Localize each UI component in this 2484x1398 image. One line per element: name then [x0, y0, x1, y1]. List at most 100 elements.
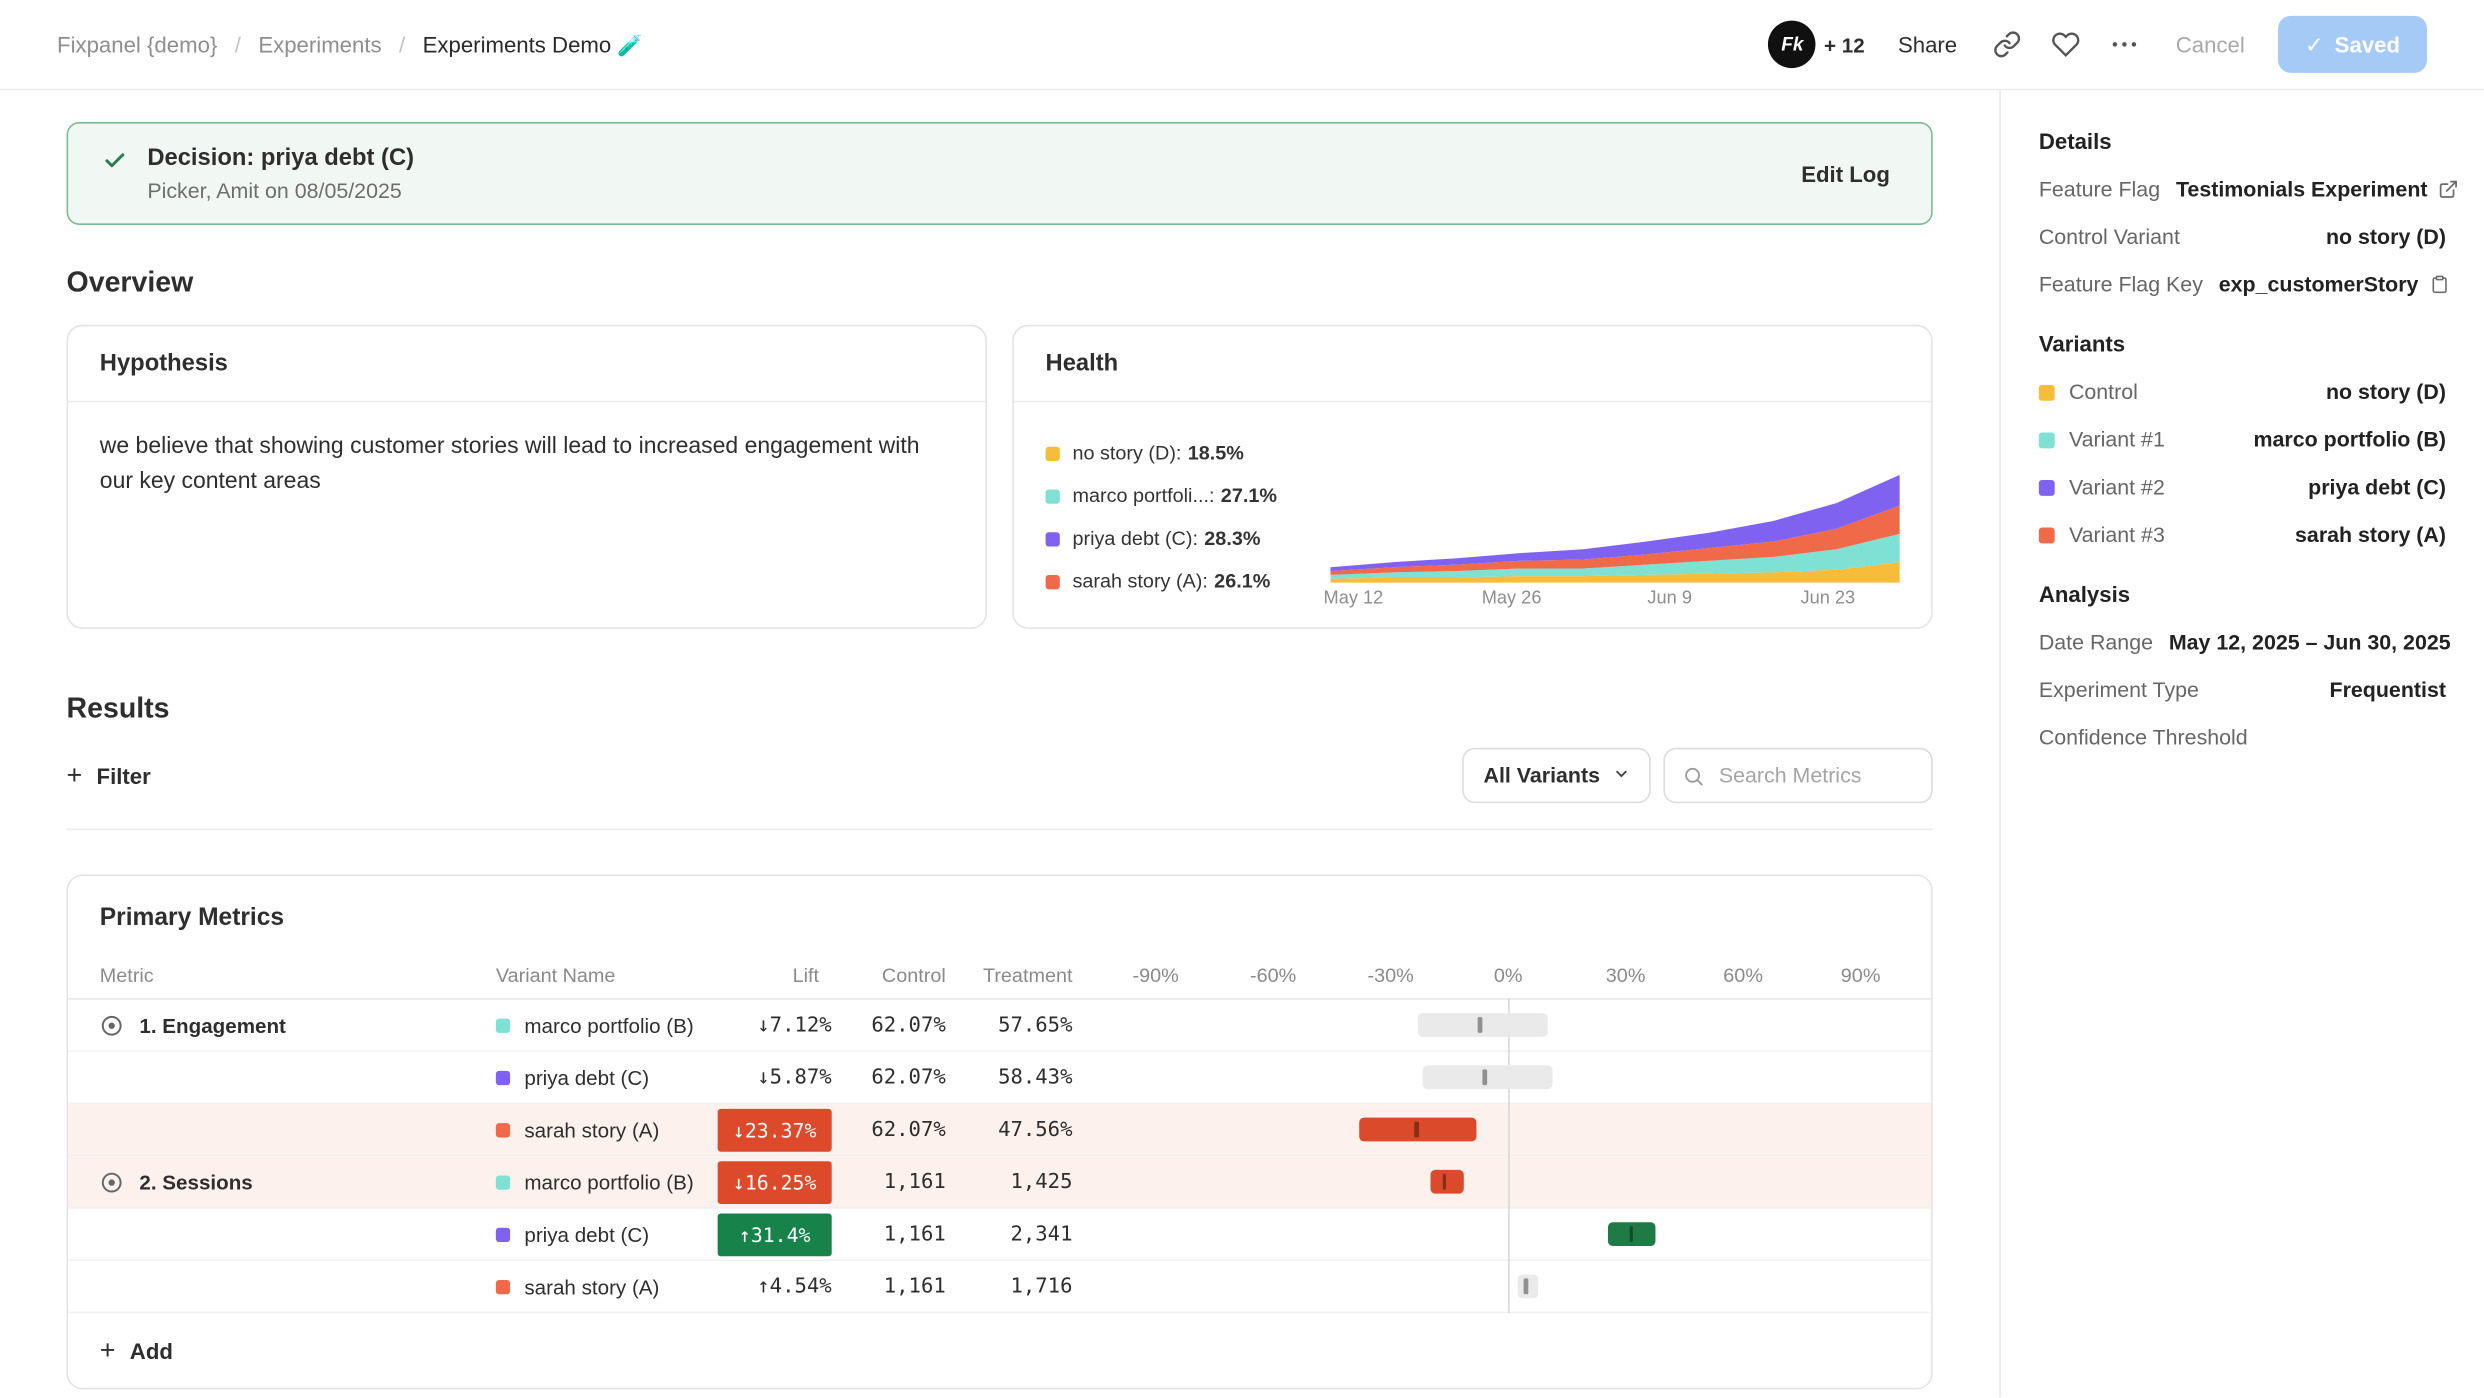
control-value: 62.07%: [832, 1118, 959, 1142]
share-button[interactable]: Share: [1888, 30, 1966, 59]
metric-target-icon: [100, 1170, 124, 1194]
treatment-value: 1,425: [958, 1170, 1085, 1194]
add-filter-button[interactable]: + Filter: [67, 762, 151, 789]
treatment-value: 47.56%: [958, 1118, 1085, 1142]
health-legend: no story (D):18.5% marco portfoli...: 27.1…: [1046, 421, 1315, 614]
variant-color-dot: [496, 1070, 510, 1084]
results-controls: All Variants: [1463, 748, 1933, 803]
metrics-table-body: 1. Engagement marco portfolio (B) ↓7.12% 62…: [68, 1000, 1931, 1314]
details-row: Feature Flag Keyexp_customerStory: [2039, 272, 2446, 296]
control-value: 1,161: [832, 1274, 959, 1298]
variant-color-dot: [496, 1122, 510, 1136]
control-value: 62.07%: [832, 1065, 959, 1089]
breadcrumb: Fixpanel {demo}/Experiments/Experiments …: [57, 31, 643, 58]
variants-rows: Control no story (D) Variant #1marco portf…: [2039, 380, 2446, 546]
plus-icon: +: [100, 1337, 116, 1364]
variant-swatch: [2039, 527, 2055, 543]
kv-value: no story (D): [2326, 225, 2446, 249]
metric-row[interactable]: sarah story (A)↑4.54%1,1611,716: [68, 1261, 1931, 1313]
legend-item: no story (D):18.5%: [1046, 442, 1315, 464]
variant-name: sarah story (A): [524, 1274, 659, 1298]
metric-row[interactable]: sarah story (A)↓23.37%62.07%47.56%: [68, 1104, 1931, 1156]
saved-label: Saved: [2335, 32, 2400, 57]
confidence-interval-bar: [1422, 1065, 1553, 1089]
legend-item: marco portfoli...: 27.1%: [1046, 485, 1315, 507]
kv-label: Variant #3: [2039, 523, 2165, 547]
legend-value: 26.1%: [1214, 570, 1270, 592]
legend-name: marco portfoli...:: [1072, 485, 1214, 507]
legend-item: priya debt (C):28.3%: [1046, 528, 1315, 550]
edit-log-button[interactable]: Edit Log: [1792, 159, 1900, 188]
column-control: Control: [832, 964, 959, 986]
metric-row[interactable]: 2. Sessionsmarco portfolio (B)↓16.25%1,1…: [68, 1156, 1931, 1208]
variant-row: Variant #1marco portfolio (B): [2039, 428, 2446, 452]
results-toolbar: + Filter All Variants: [67, 748, 1933, 830]
kv-value: sarah story (A): [2295, 523, 2446, 547]
hypothesis-card: Hypothesis we believe that showing custo…: [67, 325, 987, 629]
lift-mid-tick: [1478, 1017, 1482, 1033]
treatment-value: 58.43%: [958, 1065, 1085, 1089]
details-row: Feature FlagTestimonials Experiment: [2039, 177, 2446, 201]
ci-chart-cell: [1085, 1209, 1931, 1260]
ci-chart-cell: [1085, 1000, 1931, 1051]
clipboard-icon[interactable]: [2430, 274, 2449, 295]
x-axis-label: Jun 23: [1800, 589, 1855, 608]
favorite-heart-icon[interactable]: [2049, 27, 2084, 62]
external-link-icon[interactable]: [2439, 179, 2460, 200]
cancel-button[interactable]: Cancel: [2166, 32, 2254, 57]
health-title: Health: [1014, 326, 1931, 402]
metric-row[interactable]: priya debt (C)↑31.4%1,1612,341: [68, 1209, 1931, 1261]
kv-label: Feature Flag: [2039, 177, 2160, 201]
legend-name: priya debt (C):: [1072, 528, 1197, 550]
more-options-icon[interactable]: [2108, 27, 2143, 62]
lift-cell: ↓23.37%: [718, 1108, 832, 1151]
legend-name: sarah story (A):: [1072, 570, 1207, 592]
health-card: Health no story (D):18.5% marco portfoli.…: [1012, 325, 1932, 629]
lift-cell: ↑4.54%: [718, 1274, 832, 1298]
variant-swatch: [2039, 479, 2055, 495]
kv-value: priya debt (C): [2308, 475, 2446, 499]
lift-mid-tick: [1483, 1069, 1487, 1085]
avatar-group[interactable]: Fk + 12: [1769, 21, 1865, 69]
variants-filter-label: All Variants: [1484, 764, 1601, 788]
variant-swatch: [2039, 384, 2055, 400]
kv-label: Variant #2: [2039, 475, 2165, 499]
ci-axis: -90%-60%-30%0%30%60%90%: [1085, 952, 1931, 998]
lift-value: ↓7.12%: [757, 1013, 831, 1037]
saved-button[interactable]: ✓ Saved: [2278, 16, 2427, 73]
breadcrumb-item[interactable]: Experiments: [258, 32, 381, 57]
add-metric-button[interactable]: + Add: [68, 1313, 204, 1387]
search-icon: [1682, 764, 1704, 786]
kv-value: no story (D): [2326, 380, 2446, 404]
variant-cell: marco portfolio (B): [483, 1170, 717, 1194]
kv-label: Control: [2039, 380, 2138, 404]
metric-name: 1. Engagement: [139, 1013, 285, 1037]
search-metrics-input[interactable]: [1716, 762, 1931, 789]
variant-row: Variant #3 sarah story (A): [2039, 523, 2446, 547]
variant-cell: priya debt (C): [483, 1065, 717, 1089]
filter-label: Filter: [97, 763, 151, 788]
search-metrics[interactable]: [1663, 748, 1932, 803]
avatar[interactable]: Fk: [1769, 21, 1817, 69]
lift-mid-tick: [1442, 1174, 1446, 1190]
metric-row[interactable]: priya debt (C)↓5.87%62.07%58.43%: [68, 1052, 1931, 1104]
legend-swatch: [1046, 574, 1060, 588]
copy-link-icon[interactable]: [1990, 27, 2025, 62]
breadcrumb-item[interactable]: Fixpanel {demo}: [57, 32, 217, 57]
lift-mid-tick: [1415, 1122, 1419, 1138]
axis-tick-label: 30%: [1606, 964, 1646, 986]
health-chart: May 12May 26Jun 9Jun 23: [1324, 421, 1905, 614]
variants-filter-dropdown[interactable]: All Variants: [1463, 748, 1651, 803]
treatment-value: 2,341: [958, 1222, 1085, 1246]
legend-value: 27.1%: [1221, 485, 1277, 507]
details-title: Details: [2039, 128, 2446, 153]
lift-cell: ↑31.4%: [718, 1213, 832, 1256]
lift-cell: ↓5.87%: [718, 1065, 832, 1089]
x-axis-label: May 26: [1482, 589, 1542, 608]
decision-title: Decision: priya debt (C): [147, 144, 414, 171]
legend-item: sarah story (A): 26.1%: [1046, 570, 1315, 592]
metric-row[interactable]: 1. Engagementmarco portfolio (B)↓7.12%62…: [68, 1000, 1931, 1052]
variant-row: Control no story (D): [2039, 380, 2446, 404]
breadcrumb-item[interactable]: Experiments Demo 🧪: [423, 31, 643, 58]
axis-tick-label: -30%: [1368, 964, 1414, 986]
